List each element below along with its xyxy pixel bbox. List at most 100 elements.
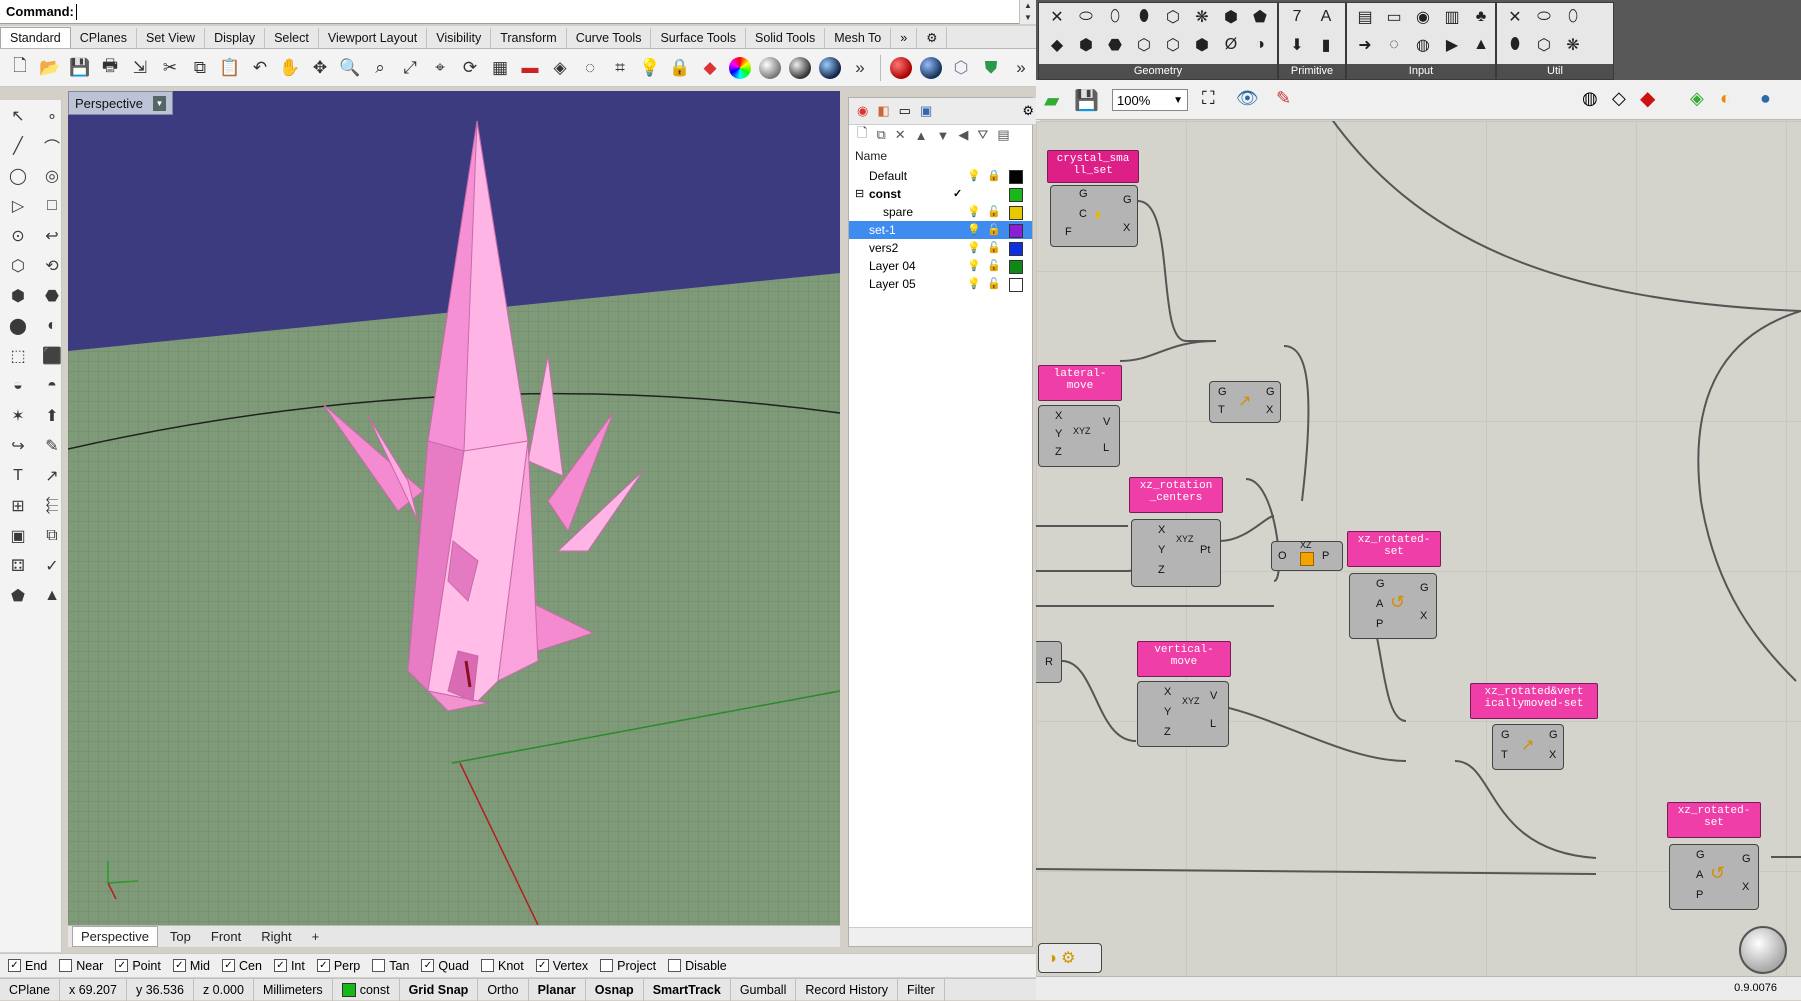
- tab-select[interactable]: Select: [265, 28, 319, 48]
- new-layer-icon[interactable]: 🗋: [857, 124, 867, 146]
- import-icon[interactable]: ⇲: [128, 56, 152, 80]
- param-vertical-move[interactable]: vertical- move: [1137, 641, 1231, 677]
- command-scroll-arrows[interactable]: ▲ ▼: [1019, 0, 1036, 24]
- osnap-cen[interactable]: ✓ Cen: [222, 959, 262, 973]
- osnap-perp[interactable]: ✓ Perp: [316, 959, 360, 973]
- dimension-icon[interactable]: ↗: [40, 464, 64, 488]
- gh-zoom-select[interactable]: 100% ▼: [1112, 89, 1188, 111]
- layer-color-swatch[interactable]: [1009, 188, 1023, 202]
- osnap-int[interactable]: ✓ Int: [273, 959, 305, 973]
- checkbox[interactable]: [372, 959, 386, 972]
- gh-ribbon-component-icon[interactable]: ⬭: [1073, 4, 1099, 30]
- toggle-record-history[interactable]: Record History: [796, 978, 899, 1001]
- light-bulb-icon[interactable]: 💡: [638, 56, 662, 80]
- analyze-icon[interactable]: ⚃: [6, 554, 30, 578]
- gh-ribbon-component-icon[interactable]: ✕: [1502, 4, 1528, 30]
- four-viewports-icon[interactable]: ▦: [488, 56, 512, 80]
- array-icon[interactable]: ◓: [40, 374, 64, 398]
- param-xz-rotated-set-2[interactable]: xz_rotated- set: [1667, 802, 1761, 838]
- layers-tab-icon[interactable]: ◧: [877, 103, 889, 119]
- checkbox[interactable]: ✓: [222, 959, 235, 972]
- vtab-front[interactable]: Front: [203, 927, 249, 946]
- curve-from-icon[interactable]: ↩: [40, 224, 64, 248]
- gh-ribbon-component-icon[interactable]: ⬡: [1160, 32, 1186, 58]
- layer-row[interactable]: vers2 💡 🔓: [849, 239, 1032, 257]
- lock-icon[interactable]: 🔓: [987, 259, 1001, 272]
- checkbox[interactable]: [668, 959, 682, 972]
- lock-icon[interactable]: 🔒: [987, 169, 1001, 182]
- shade-icon[interactable]: ⬟: [6, 584, 30, 608]
- lock-icon[interactable]: 🔓: [987, 277, 1001, 290]
- param-xz-rotation-centers[interactable]: xz_rotation _centers: [1129, 477, 1223, 513]
- move-down-icon[interactable]: ▼: [937, 128, 950, 143]
- toolbar-overflow-icon[interactable]: »: [1009, 56, 1033, 80]
- check-icon[interactable]: ✓: [40, 554, 64, 578]
- checkbox[interactable]: [481, 959, 494, 972]
- lock-icon[interactable]: 🔓: [987, 205, 1001, 218]
- tab-transform[interactable]: Transform: [491, 28, 567, 48]
- rectangle-icon[interactable]: □: [40, 194, 64, 218]
- gh-ribbon-component-icon[interactable]: ⬭: [1531, 4, 1557, 30]
- component-move-vertical[interactable]: G T G X ↗: [1492, 724, 1564, 770]
- gh-ribbon-component-icon[interactable]: ◌: [1381, 32, 1407, 58]
- mesh-icon[interactable]: ◒: [6, 374, 30, 398]
- visibility-bulb-icon[interactable]: 💡: [967, 277, 981, 290]
- undo-icon[interactable]: ↶: [248, 56, 272, 80]
- delete-layer-icon[interactable]: ✕: [895, 127, 906, 143]
- status-units[interactable]: Millimeters: [254, 978, 333, 1001]
- gh-ribbon-component-icon[interactable]: ✕: [1044, 4, 1070, 30]
- collapse-icon[interactable]: ⊟: [855, 187, 864, 200]
- component-construct-point[interactable]: X Y Z Pt XYZ: [1131, 519, 1221, 587]
- line-icon[interactable]: ╱: [6, 134, 30, 158]
- move-out-icon[interactable]: ◀: [958, 127, 968, 143]
- surface-icon[interactable]: ⬡: [6, 254, 30, 278]
- tab-solid-tools[interactable]: Solid Tools: [746, 28, 826, 48]
- tab-curve-tools[interactable]: Curve Tools: [567, 28, 652, 48]
- text-icon[interactable]: T: [6, 464, 30, 488]
- move-view-icon[interactable]: ✥: [308, 56, 332, 80]
- gh-ribbon-component-icon[interactable]: ⬯: [1560, 4, 1586, 30]
- tab-mesh-tools[interactable]: Mesh To: [825, 28, 892, 48]
- zoom-extents-icon[interactable]: ⤢: [398, 56, 422, 80]
- gh-ribbon-component-icon[interactable]: ➜: [1352, 32, 1378, 58]
- layers-hscroll[interactable]: [849, 927, 1032, 946]
- cplane-icon[interactable]: ◈: [548, 56, 572, 80]
- paste-icon[interactable]: 📋: [218, 56, 242, 80]
- render-icon[interactable]: ▲: [40, 584, 64, 608]
- toggle-gumball[interactable]: Gumball: [731, 978, 797, 1001]
- gh-ribbon-component-icon[interactable]: ⬣: [1102, 32, 1128, 58]
- gh-open-icon[interactable]: ▰: [1044, 88, 1059, 113]
- gh-preview-eye-icon[interactable]: 👁: [1236, 88, 1259, 109]
- gh-save-icon[interactable]: 💾: [1074, 88, 1099, 113]
- param-lateral-move[interactable]: lateral- move: [1038, 365, 1122, 401]
- ellipse-icon[interactable]: ⊙: [6, 224, 30, 248]
- help-tab-icon[interactable]: ▣: [920, 103, 932, 119]
- polyline-icon[interactable]: ⌒: [40, 134, 64, 158]
- vtab-top[interactable]: Top: [162, 927, 199, 946]
- car-icon[interactable]: ▬: [518, 56, 542, 80]
- zoom-selected-icon[interactable]: ⌖: [428, 56, 452, 80]
- add-viewport-button[interactable]: +: [304, 927, 328, 946]
- param-xz-rotated-set[interactable]: xz_rotated- set: [1347, 531, 1441, 567]
- checkbox[interactable]: ✓: [273, 959, 287, 972]
- lock-icon[interactable]: 🔒: [668, 56, 692, 80]
- cone-icon[interactable]: ◐: [40, 314, 64, 338]
- layer-color-swatch[interactable]: [1009, 242, 1023, 256]
- component-unit-vector-lateral[interactable]: X Y Z V L XYZ: [1038, 405, 1120, 467]
- gh-ribbon-component-icon[interactable]: ⬡: [1131, 32, 1157, 58]
- gh-ribbon-component-icon[interactable]: ❋: [1560, 32, 1586, 58]
- toggle-ortho[interactable]: Ortho: [478, 978, 529, 1001]
- tab-set-view[interactable]: Set View: [137, 28, 206, 48]
- gh-ribbon-component-icon[interactable]: ▶: [1439, 32, 1465, 58]
- gh-ribbon-component-icon[interactable]: ▭: [1381, 4, 1407, 30]
- display-tab-icon[interactable]: ▭: [899, 103, 911, 119]
- gh-ribbon-component-icon[interactable]: A: [1313, 4, 1339, 30]
- snap-icon[interactable]: ⌗: [608, 56, 632, 80]
- gh-bake-icon[interactable]: ◈: [1690, 88, 1704, 109]
- toggle-smarttrack[interactable]: SmartTrack: [644, 978, 731, 1001]
- gh-sphere-icon[interactable]: ●: [1760, 88, 1771, 109]
- print-icon[interactable]: 🖶: [98, 56, 122, 80]
- move-icon[interactable]: ⬆: [40, 404, 64, 428]
- layer-color-swatch[interactable]: [1009, 170, 1023, 184]
- color-wheel-icon[interactable]: [728, 56, 752, 80]
